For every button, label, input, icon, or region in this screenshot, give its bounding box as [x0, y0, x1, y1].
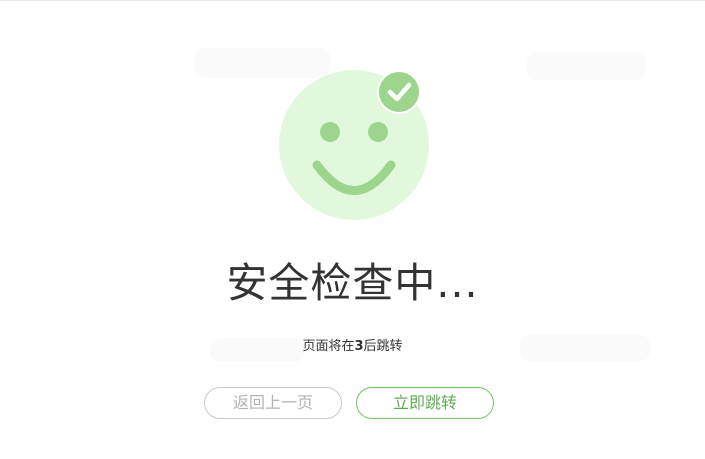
redirect-suffix: 后跳转: [363, 339, 403, 354]
faded-placeholder: [195, 48, 330, 78]
left-eye: [320, 122, 340, 142]
top-divider: [0, 0, 705, 1]
redirect-countdown-text: 页面将在3后跳转: [0, 338, 705, 356]
smile-mouth: [312, 160, 396, 195]
back-button[interactable]: 返回上一页: [204, 387, 342, 419]
countdown-seconds: 3: [354, 339, 364, 354]
page-title: 安全检查中...: [226, 259, 479, 307]
checkmark-icon: [387, 82, 412, 102]
jump-now-button[interactable]: 立即跳转: [356, 387, 494, 419]
check-badge-icon: [377, 70, 421, 114]
faded-placeholder: [527, 52, 645, 80]
redirect-prefix: 页面将在: [302, 339, 355, 354]
right-eye: [368, 122, 388, 142]
